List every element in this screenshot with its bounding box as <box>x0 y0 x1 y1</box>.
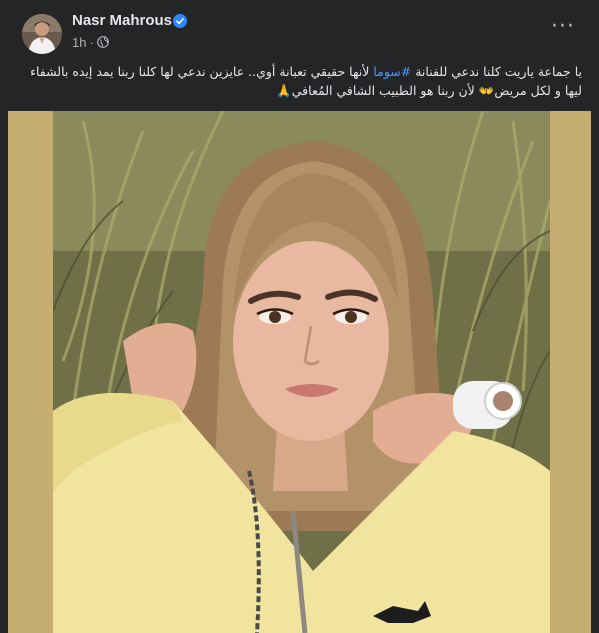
post-text-part1: يا جماعة ياريت كلنا ندعي للفنانة <box>411 64 582 79</box>
more-options-icon[interactable]: ··· <box>550 16 576 40</box>
facebook-post: Nasr Mahrous 1h · ··· يا جماعة ياريت كلنا… <box>0 0 599 633</box>
avatar-image <box>22 14 62 54</box>
meta-separator: · <box>89 35 94 50</box>
verified-badge-icon <box>173 14 187 28</box>
globe-icon[interactable] <box>96 36 109 48</box>
post-text: يا جماعة ياريت كلنا ندعي للفنانة #سوما ل… <box>16 62 582 100</box>
author-name[interactable]: Nasr Mahrous <box>72 12 172 29</box>
photo-illustration <box>53 111 550 633</box>
author-avatar[interactable] <box>22 14 62 54</box>
post-timestamp[interactable]: 1h <box>72 35 86 50</box>
portrait-photo <box>53 111 550 633</box>
post-meta: 1h · <box>72 35 109 50</box>
post-image-frame[interactable] <box>8 111 591 633</box>
post-header: Nasr Mahrous 1h · ··· <box>0 0 599 62</box>
hashtag-link[interactable]: #سوما <box>373 64 411 79</box>
